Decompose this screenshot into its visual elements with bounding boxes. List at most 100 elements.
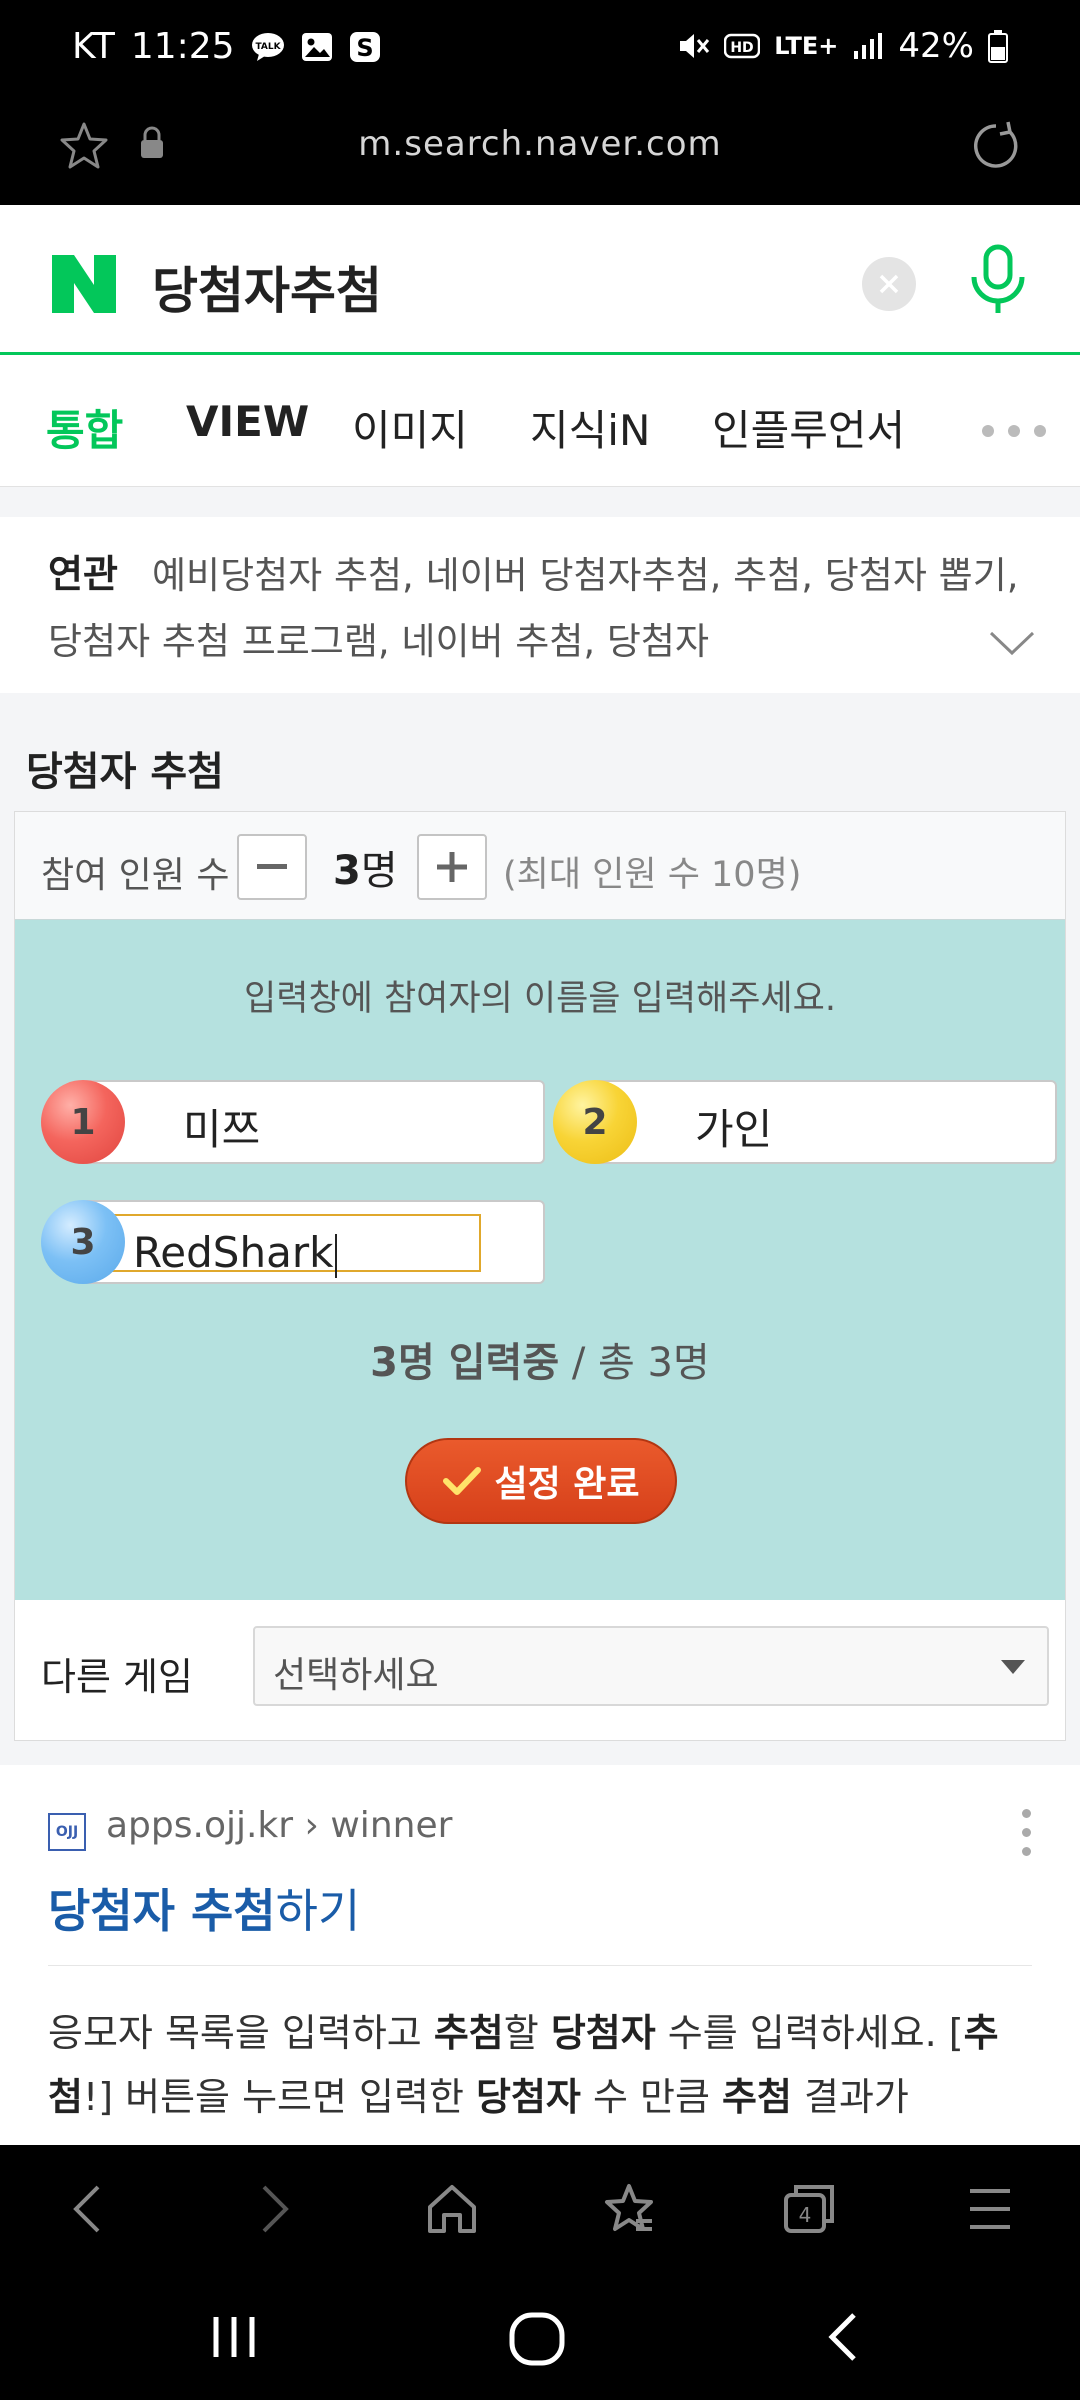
related-searches: 연관 예비당첨자 추첨, 네이버 당첨자추첨, 추첨, 당첨자 뽑기, 당첨자 …: [0, 517, 1080, 693]
result-description-segment: 수 만큼: [580, 2075, 723, 2119]
microphone-icon: [971, 244, 1025, 313]
related-keywords-line1[interactable]: 예비당첨자 추첨, 네이버 당첨자추첨, 추첨, 당첨자 뽑기,: [152, 545, 1019, 599]
svg-text:S: S: [356, 34, 373, 62]
battery-percent: 42%: [898, 26, 974, 66]
participant-name-field-1[interactable]: 미쯔: [81, 1080, 545, 1164]
other-game-select[interactable]: 선택하세요: [253, 1626, 1049, 1706]
participant-name-field-2[interactable]: 가인: [593, 1080, 1057, 1164]
widget-title: 당첨자 추첨: [26, 749, 224, 795]
naver-logo-icon[interactable]: [52, 255, 116, 313]
result-description-segment: 당첨자: [476, 2075, 581, 2119]
tab-view[interactable]: VIEW: [186, 397, 309, 446]
home-icon[interactable]: [424, 2181, 480, 2241]
mute-icon: [676, 30, 710, 62]
svg-text:TALK: TALK: [255, 42, 281, 52]
voice-search-button[interactable]: [966, 243, 1030, 323]
participant-entry-1: 미쯔 1: [41, 1080, 551, 1164]
result-title-rest: 하기: [275, 1884, 361, 1938]
kakaotalk-icon: TALK: [251, 32, 285, 62]
complete-settings-label: 설정 완료: [494, 1464, 640, 1505]
clear-search-button[interactable]: [862, 257, 916, 311]
reload-icon[interactable]: [968, 118, 1024, 178]
svg-text:4: 4: [799, 2203, 812, 2227]
increase-button[interactable]: [417, 834, 487, 900]
tab-integrated[interactable]: 통합: [46, 397, 123, 458]
participant-name-field-3[interactable]: RedShark: [81, 1200, 545, 1284]
participant-entry-area: 입력창에 참여자의 이름을 입력해주세요. 미쯔 1 가인 2 RedShark: [15, 920, 1065, 1600]
home-button-icon[interactable]: [506, 2309, 570, 2373]
status-bar: KT 11:25 TALK S HD LTE+ 42%: [0, 0, 1080, 100]
more-options-icon[interactable]: [1022, 1809, 1031, 1856]
bookmarks-icon[interactable]: [600, 2181, 658, 2241]
participant-count-label: 참여 인원 수: [41, 855, 230, 896]
participant-count-row: 참여 인원 수 3명 (최대 인원 수 10명): [15, 812, 1065, 920]
site-favicon-icon: OJJ: [48, 1813, 86, 1851]
participant-name-1: 미쯔: [183, 1105, 261, 1154]
participant-name-2: 가인: [695, 1105, 773, 1154]
participant-name-3-text: RedShark: [133, 1228, 334, 1277]
entry-status: 3명 입력중 / 총 3명: [15, 1330, 1065, 1388]
search-tabs: 통합 VIEW 이미지 지식iN 인플루언서: [0, 355, 1080, 487]
related-label: 연관: [48, 552, 118, 596]
result-divider: [48, 1965, 1032, 1966]
tab-knowledge-in[interactable]: 지식iN: [530, 397, 650, 458]
result-description: 응모자 목록을 입력하고 추첨할 당첨자 수를 입력하세요. [추첨!] 버튼을…: [48, 2001, 1038, 2129]
related-keywords-line2[interactable]: 당첨자 추첨 프로그램, 네이버 추첨, 당첨자: [48, 611, 709, 665]
result-description-segment: 추첨: [722, 2075, 792, 2119]
minus-icon: [257, 864, 287, 869]
result-description-segment: 할: [503, 2011, 551, 2055]
result-title-link[interactable]: 당첨자 추첨하기: [48, 1875, 360, 1941]
result-description-segment: 응모자 목록을 입력하고: [48, 2011, 434, 2055]
participant-count-unit: 명: [360, 848, 398, 894]
close-icon: [879, 274, 899, 294]
tab-images[interactable]: 이미지: [352, 397, 468, 458]
svg-text:HD: HD: [731, 40, 754, 56]
carrier-label: KT: [72, 26, 115, 67]
samsung-s-icon: S: [349, 31, 381, 63]
result-description-segment: 수를 입력하세요. [: [655, 2011, 964, 2055]
search-input[interactable]: 당첨자추첨: [152, 251, 382, 323]
forward-icon[interactable]: [252, 2181, 296, 2241]
result-title-bold: 당첨자 추첨: [48, 1884, 276, 1938]
text-caret: [335, 1233, 338, 1278]
system-back-icon[interactable]: [818, 2309, 866, 2369]
other-game-label: 다른 게임: [41, 1655, 193, 1699]
winner-draw-widget: 참여 인원 수 3명 (최대 인원 수 10명) 입력창에 참여자의 이름을 입…: [14, 811, 1066, 1741]
more-tabs-icon[interactable]: [982, 425, 1046, 437]
participant-name-3: RedShark: [133, 1228, 338, 1278]
menu-icon[interactable]: [966, 2181, 1014, 2241]
back-icon[interactable]: [66, 2181, 110, 2241]
focused-input-box[interactable]: RedShark: [105, 1214, 481, 1278]
participant-entry-3: RedShark 3: [41, 1200, 551, 1284]
signal-icon: [852, 31, 884, 61]
other-game-row: 다른 게임 선택하세요: [15, 1600, 1065, 1740]
network-type: LTE+: [774, 32, 839, 60]
result-description-segment: !] 버튼을 누르면 입력한: [82, 2075, 476, 2119]
result-site-url[interactable]: apps.ojj.kr › winner: [106, 1805, 452, 1846]
participant-count: 3명: [333, 838, 398, 896]
entry-status-count: 3명 입력중: [370, 1340, 560, 1386]
system-navigation-bar: [0, 2275, 1080, 2400]
url-text[interactable]: m.search.naver.com: [0, 124, 1080, 164]
tab-influencer[interactable]: 인플루언서: [712, 397, 905, 458]
number-ball-3: 3: [41, 1200, 125, 1284]
result-description-segment: 당첨자: [550, 2011, 656, 2055]
decrease-button[interactable]: [237, 834, 307, 900]
search-box: 당첨자추첨: [0, 205, 1080, 355]
browser-url-bar: m.search.naver.com: [0, 100, 1080, 205]
chevron-down-icon[interactable]: [988, 629, 1036, 661]
entry-status-total: / 총 3명: [559, 1340, 710, 1386]
battery-icon: [988, 29, 1008, 63]
search-result: OJJ apps.ojj.kr › winner 당첨자 추첨하기 응모자 목록…: [0, 1765, 1080, 2145]
participant-count-number: 3: [333, 848, 361, 894]
page-content: 당첨자추첨 통합 VIEW 이미지 지식iN 인플루언서 연관 예비당첨자 추첨…: [0, 205, 1080, 2145]
status-right: HD LTE+ 42%: [676, 26, 1008, 66]
result-description-segment: 추첨: [433, 2011, 504, 2055]
status-left: KT 11:25 TALK S: [72, 26, 381, 67]
tabs-icon[interactable]: 4: [782, 2181, 834, 2237]
result-description-segment: 결과가: [791, 2075, 909, 2119]
participant-entry-2: 가인 2: [553, 1080, 1063, 1164]
recent-apps-icon[interactable]: [206, 2309, 262, 2369]
gallery-icon: [301, 32, 333, 62]
complete-settings-button[interactable]: 설정 완료: [405, 1438, 677, 1524]
